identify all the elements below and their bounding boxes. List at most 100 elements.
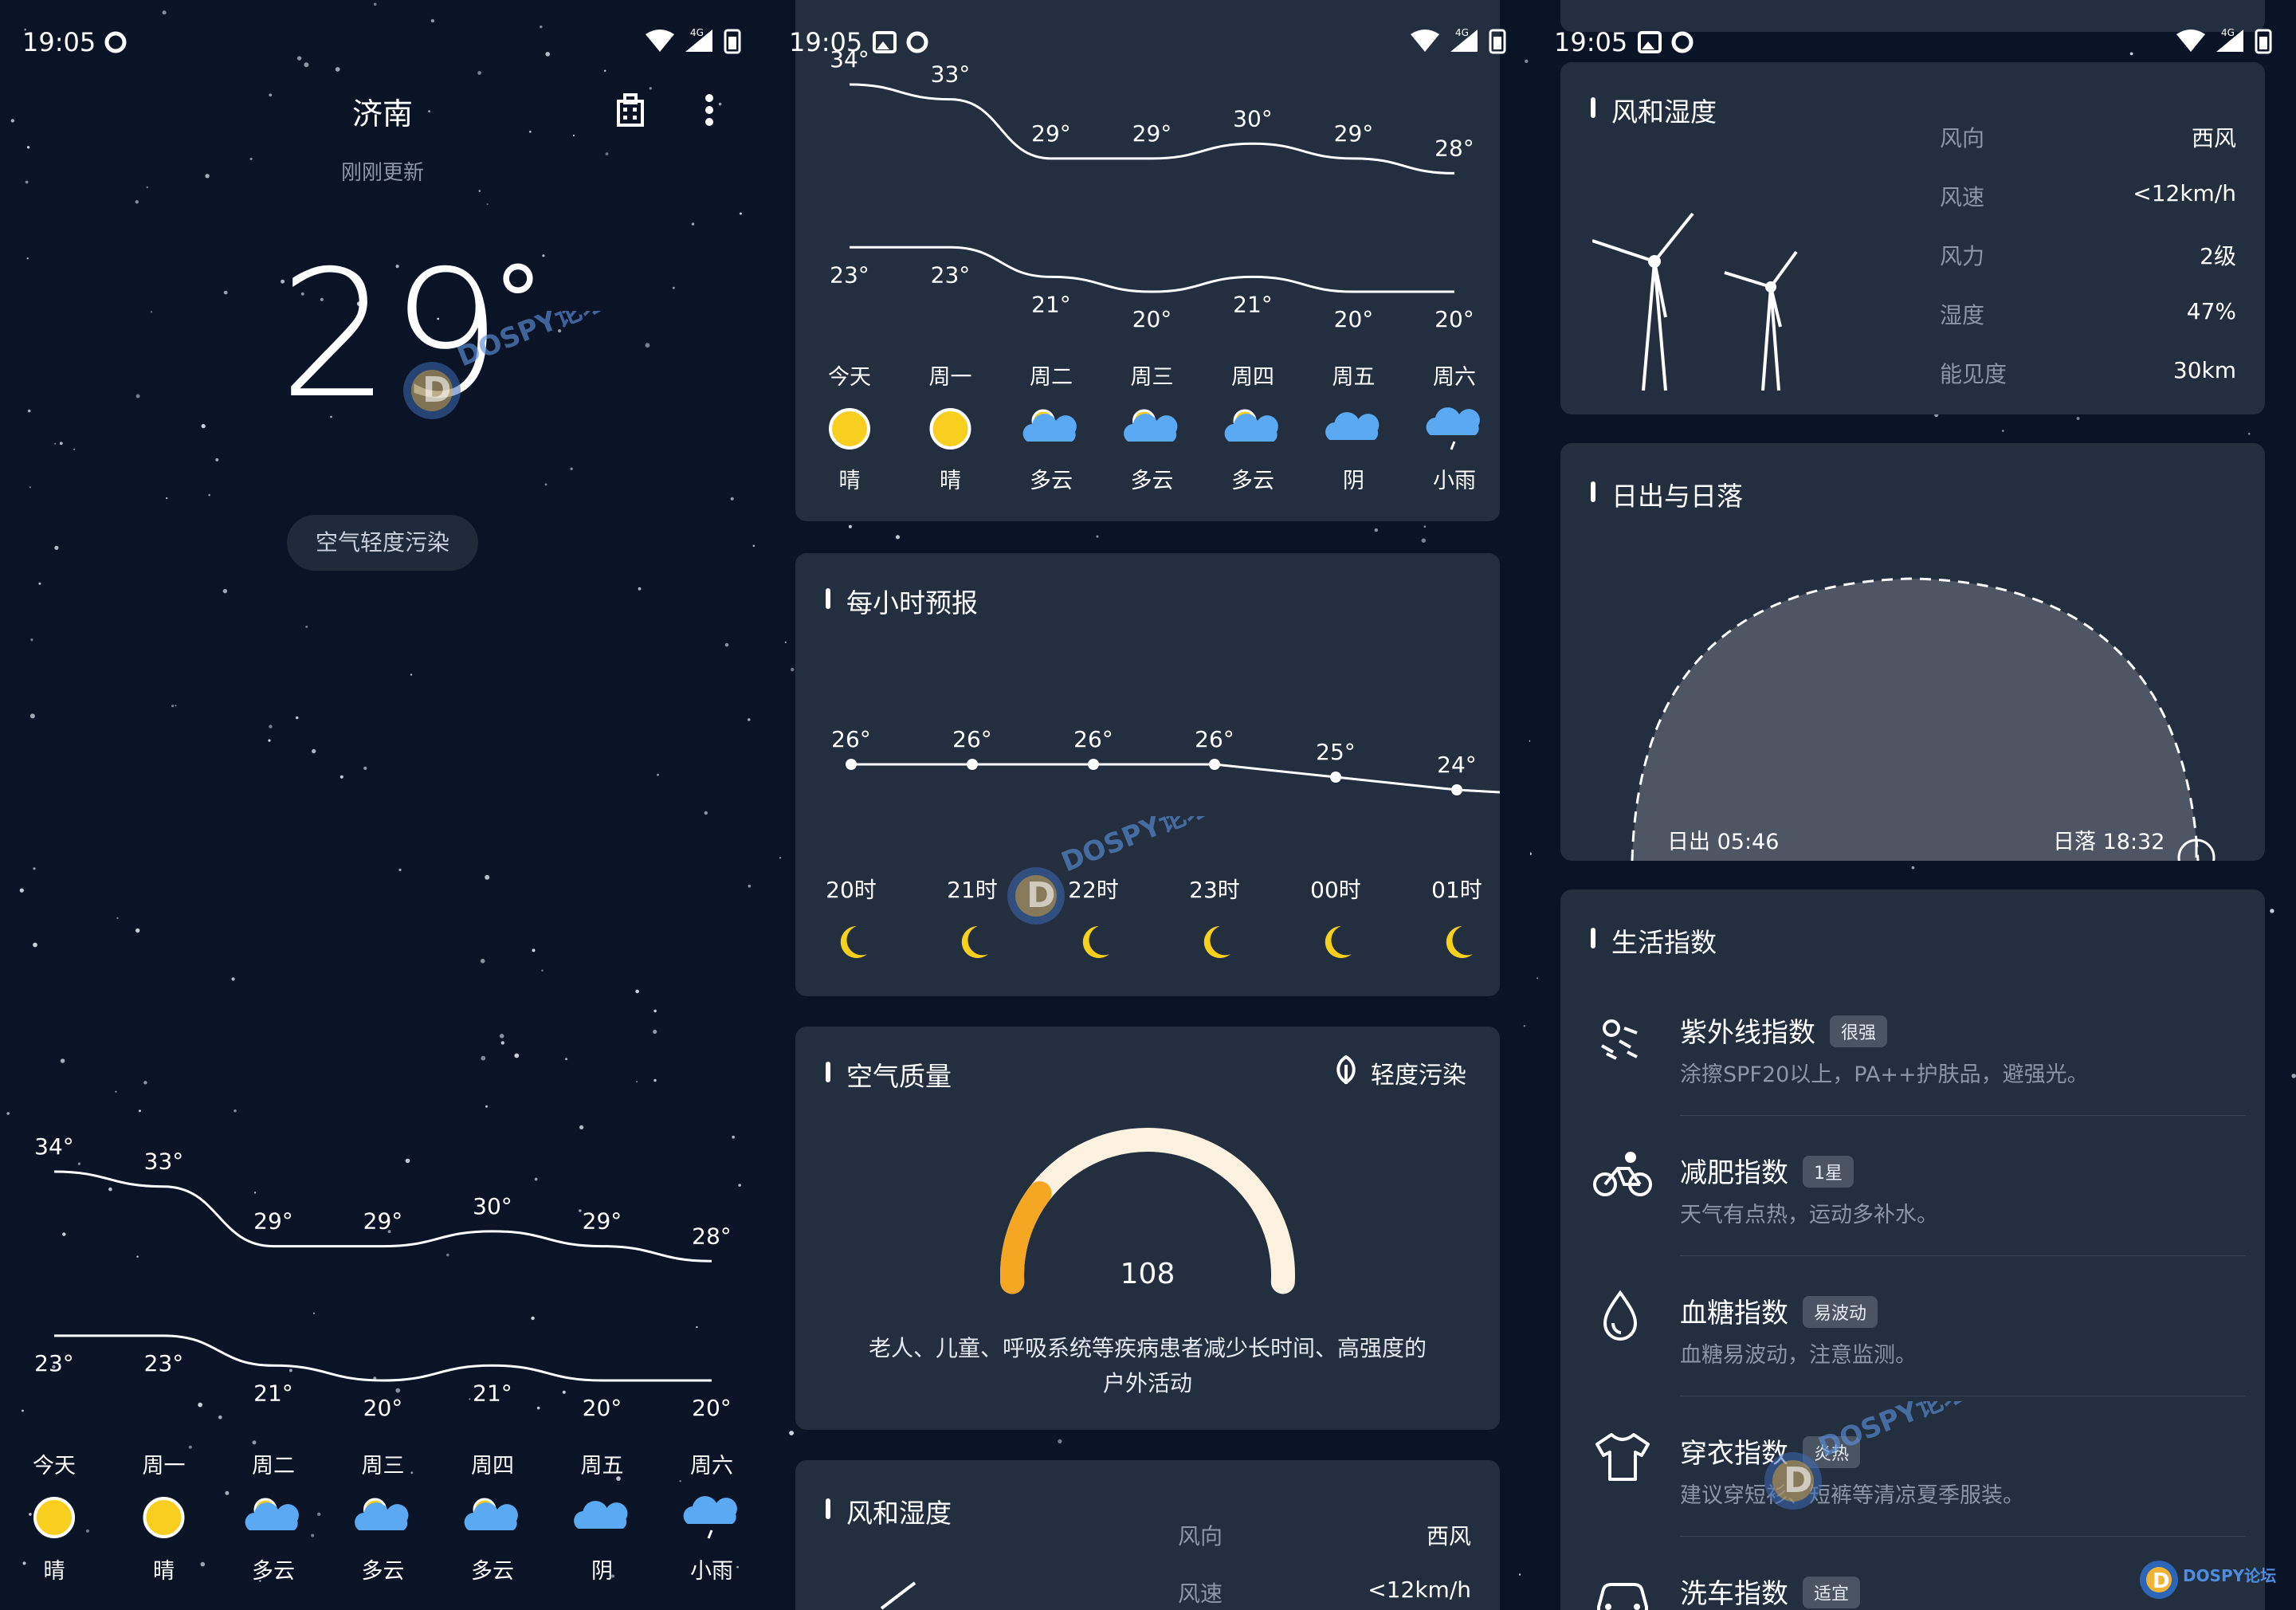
sunrise-sunset-card: 日出与日落 日出 05:46 日落 18:32: [1560, 443, 2265, 861]
wifi-icon: [1411, 29, 1439, 52]
dospy-watermark-logo: D DOSPY论坛: [1007, 816, 1210, 925]
wind-turbine-icon: [880, 1581, 916, 1610]
low-temp-label: 23°: [931, 261, 971, 288]
day-label: 周二: [1030, 365, 1073, 390]
hourly-time-label: 00时: [1310, 877, 1361, 903]
svg-text:DOSPY论坛: DOSPY论坛: [1814, 1401, 1967, 1463]
life-index-card: 生活指数 紫外线指数 很强 涂擦SPF20以上，PA++护肤品，避强光。 减肥指数…: [1560, 889, 2265, 1610]
sun-icon: [829, 408, 870, 450]
star: [135, 394, 140, 399]
condition-label: 多云: [252, 1559, 295, 1584]
notification-icon: [906, 31, 928, 53]
star: [205, 174, 210, 179]
low-temp-label: 20°: [1334, 306, 1374, 332]
star: [143, 1081, 147, 1085]
more-options-icon[interactable]: [700, 92, 719, 128]
city-name[interactable]: 济南: [263, 89, 502, 133]
star: [752, 544, 756, 548]
drop-icon: [1603, 1290, 1638, 1341]
day-label: 周五: [1332, 365, 1376, 390]
city-management-icon[interactable]: [615, 92, 650, 127]
condition-label: 多云: [1030, 469, 1073, 493]
low-temp-label: 20°: [692, 1395, 732, 1421]
svg-text:4G: 4G: [2221, 28, 2235, 38]
life-index-item-clothing[interactable]: 穿衣指数 炎热 建议穿短衫、短裤等清凉夏季服装。 D DOSPY论坛: [1560, 1401, 2265, 1537]
condition-label: 晴: [44, 1559, 65, 1584]
low-temp-label: 23°: [144, 1350, 184, 1376]
star: [653, 1009, 657, 1013]
star: [151, 311, 152, 313]
wind-humidity-card-partial: 风和湿度 风向 西风 风速 <12km/h: [795, 1460, 1500, 1610]
condition-label: 阴: [591, 1559, 613, 1584]
weekly-forecast-chart: 34° 33° 29° 29° 30° 29° 28° 23° 23° 21° 20° 21° 20° 2…: [33, 1133, 737, 1584]
wind-force-value: 2级: [2200, 243, 2236, 269]
air-quality-pill[interactable]: 空气轻度污染: [287, 515, 478, 571]
star: [33, 867, 36, 870]
star: [748, 885, 752, 888]
hourly-temp-label: 24°: [1437, 752, 1477, 778]
condition-label: 阴: [1343, 469, 1364, 493]
star: [208, 493, 211, 497]
high-temp-label: 28°: [692, 1223, 732, 1249]
star: [2076, 417, 2080, 420]
low-temp-label: 21°: [253, 1380, 293, 1406]
life-index-badge: 适宜: [1803, 1577, 1861, 1608]
high-temp-label: 30°: [1233, 105, 1273, 132]
details-screen: 19:05 4G 风和湿度 风向 西风 风速 <12km/h 风力 2级 湿度 …: [1530, 0, 2296, 1610]
notification-icon: [1671, 31, 1694, 53]
cloudy-icon: [1325, 412, 1380, 440]
life-index-item-uv[interactable]: 紫外线指数 很强 涂擦SPF20以上，PA++护肤品，避强光。: [1560, 988, 2265, 1116]
day-label: 周二: [252, 1454, 295, 1478]
star: [672, 286, 675, 289]
life-index-name: 减肥指数 1星: [1680, 1151, 1854, 1190]
life-index-item-diet[interactable]: 减肥指数 1星 天气有点热，运动多补水。: [1560, 1129, 2265, 1256]
star: [653, 1078, 657, 1082]
star: [1374, 528, 1378, 532]
day-label: 周三: [362, 1454, 405, 1478]
hourly-temp-point: [846, 759, 857, 770]
star: [54, 545, 59, 550]
low-temp-label: 21°: [473, 1380, 512, 1406]
star: [115, 1090, 117, 1093]
low-temp-label: 21°: [1233, 291, 1273, 317]
star: [739, 212, 742, 215]
hourly-temp-label: 26°: [1073, 726, 1113, 752]
high-temp-label: 29°: [1031, 120, 1071, 147]
hourly-time-label: 01时: [1431, 877, 1482, 903]
partly-cloudy-icon: [1022, 409, 1077, 442]
aqi-advice-line1: 老人、儿童、呼吸系统等疾病患者减少长时间、高强度的: [868, 1335, 1427, 1361]
star: [201, 424, 206, 429]
condition-label: 多云: [362, 1559, 405, 1584]
star: [570, 467, 573, 470]
wind-direction-label: 风向: [1178, 1523, 1223, 1549]
air-quality-card[interactable]: 空气质量 轻度污染 108 老人、儿童、呼吸系统等疾病患者减少长时间、高强度的 …: [795, 1027, 1500, 1430]
signal-icon: 4G: [685, 28, 712, 52]
star: [544, 483, 548, 486]
star: [1530, 852, 1532, 855]
day-label: 周一: [143, 1454, 186, 1478]
condition-label: 小雨: [1433, 469, 1476, 493]
star: [223, 290, 228, 295]
home-screen: 19:05 4G 济南 刚刚更新 29 ° D DOSPY论坛 空气轻度污染 3…: [0, 0, 765, 1610]
status-icons: 4G: [644, 27, 741, 54]
star: [222, 588, 228, 594]
wifi-icon: [2176, 29, 2205, 52]
sun-arc: [1631, 577, 2216, 861]
star: [635, 989, 639, 994]
life-index-item-blood-sugar[interactable]: 血糖指数 易波动 血糖易波动，注意监测。: [1560, 1269, 2265, 1396]
star: [779, 857, 782, 859]
star: [514, 1053, 520, 1058]
star: [33, 942, 37, 948]
star: [500, 1041, 504, 1045]
star: [268, 739, 271, 742]
star: [565, 1058, 568, 1061]
star: [791, 667, 795, 672]
star: [215, 457, 219, 461]
light-rain-icon: [683, 1496, 737, 1539]
star: [718, 102, 722, 106]
star: [691, 222, 695, 226]
life-index-name: 血糖指数 易波动: [1680, 1291, 1878, 1330]
star: [895, 535, 901, 540]
wind-direction-label: 风向: [1940, 125, 1985, 151]
high-temp-label: 34°: [34, 1133, 74, 1160]
